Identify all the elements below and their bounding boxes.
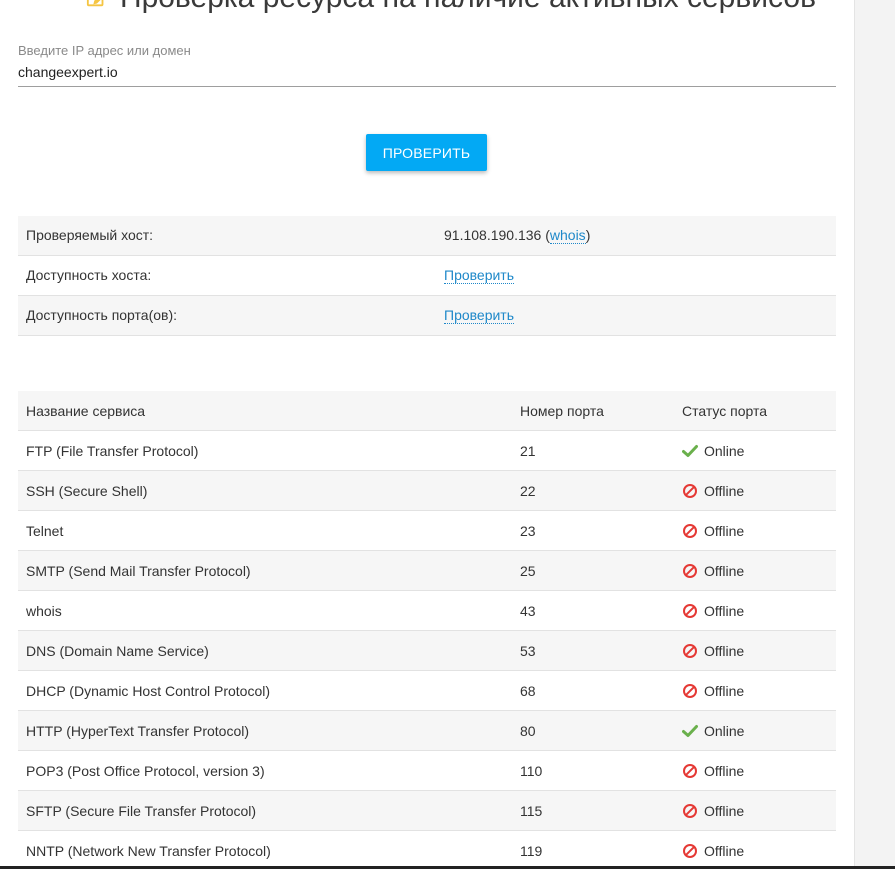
no-entry-icon [683, 483, 697, 498]
port-status-label: Online [704, 442, 745, 459]
port-status-label: Offline [704, 522, 745, 539]
host-input-label: Введите IP адрес или домен [18, 43, 191, 58]
service-name: DHCP (Dynamic Host Control Protocol) [18, 670, 512, 711]
ports-table-header-row: Название сервиса Номер порта Статус порт… [18, 391, 836, 431]
table-row: NNTP (Network New Transfer Protocol) 119 O… [18, 830, 836, 866]
port-status-label: Offline [704, 602, 745, 619]
table-row: POP3 (Post Office Protocol, version 3) 11… [18, 750, 836, 791]
host-ip: 91.108.190.136 [444, 227, 542, 243]
host-info-value: Проверить [444, 256, 515, 295]
port-status: Offline [674, 470, 836, 511]
service-name: POP3 (Post Office Protocol, version 3) [18, 750, 512, 791]
page-title: Проверка ресурса на наличие активных сер… [120, 0, 816, 15]
port-number: 23 [512, 510, 674, 551]
port-status-label: Offline [704, 682, 745, 699]
host-info-label: Проверяемый хост: [26, 227, 154, 243]
port-number: 53 [512, 630, 674, 671]
port-status: Online [674, 710, 836, 751]
port-status-label: Offline [704, 802, 745, 819]
port-status: Online [674, 430, 836, 471]
whois-link[interactable]: whois [549, 227, 586, 244]
port-status: Offline [674, 630, 836, 671]
host-info-value: 91.108.190.136 (whois) [444, 227, 591, 244]
checkmark-icon [682, 444, 698, 457]
port-status-label: Offline [704, 562, 745, 579]
port-status: Offline [674, 670, 836, 711]
port-status-label: Offline [704, 842, 745, 859]
checkmark-icon [682, 724, 698, 737]
host-info-row-ports: Доступность порта(ов): Проверить [18, 296, 836, 336]
page-title-bar: Проверка ресурса на наличие активных сер… [86, 0, 816, 18]
port-number: 43 [512, 590, 674, 631]
table-row: FTP (File Transfer Protocol) 21 Online [18, 430, 836, 471]
port-status: Offline [674, 550, 836, 591]
column-header-port: Номер порта [512, 391, 674, 431]
port-number: 21 [512, 430, 674, 471]
table-row: SSH (Secure Shell) 22 Offline [18, 470, 836, 511]
port-status-label: Offline [704, 642, 745, 659]
host-form: Введите IP адрес или домен [18, 42, 836, 87]
column-header-service: Название сервиса [18, 391, 512, 431]
ports-table-body: FTP (File Transfer Protocol) 21 Online SSH … [18, 430, 836, 866]
no-entry-icon [683, 763, 697, 778]
service-name: SFTP (Secure File Transfer Protocol) [18, 790, 512, 831]
table-row: whois 43 Offline [18, 590, 836, 631]
port-number: 68 [512, 670, 674, 711]
ports-table: Название сервиса Номер порта Статус порт… [18, 391, 836, 866]
note-pencil-icon [86, 0, 104, 7]
no-entry-icon [683, 683, 697, 698]
port-status: Offline [674, 830, 836, 866]
service-name: whois [18, 590, 512, 631]
check-button[interactable]: ПРОВЕРИТЬ [366, 134, 487, 171]
page: Проверка ресурса на наличие активных сер… [0, 0, 854, 866]
port-status: Offline [674, 750, 836, 791]
port-status-label: Online [704, 722, 745, 739]
table-row: HTTP (HyperText Transfer Protocol) 80 Onli… [18, 710, 836, 751]
port-number: 115 [512, 790, 674, 831]
no-entry-icon [683, 563, 697, 578]
host-info-table: Проверяемый хост: 91.108.190.136 (whois)… [18, 216, 836, 336]
port-status: Offline [674, 590, 836, 631]
service-name: Telnet [18, 510, 512, 551]
host-info-value: Проверить [444, 296, 515, 335]
host-info-label: Доступность порта(ов): [26, 307, 178, 323]
host-info-label: Доступность хоста: [26, 267, 152, 283]
host-input[interactable] [18, 60, 836, 87]
service-name: NNTP (Network New Transfer Protocol) [18, 830, 512, 866]
no-entry-icon [683, 843, 697, 858]
scrollbar-gutter[interactable] [854, 0, 895, 866]
table-row: SMTP (Send Mail Transfer Protocol) 25 Offl… [18, 550, 836, 591]
port-number: 110 [512, 750, 674, 791]
host-info-row-availability: Доступность хоста: Проверить [18, 256, 836, 296]
no-entry-icon [683, 803, 697, 818]
no-entry-icon [683, 603, 697, 618]
port-status-label: Offline [704, 482, 745, 499]
column-header-status: Статус порта [674, 391, 836, 431]
check-host-link[interactable]: Проверить [444, 267, 515, 284]
port-number: 25 [512, 550, 674, 591]
port-number: 119 [512, 830, 674, 866]
table-row: Telnet 23 Offline [18, 510, 836, 551]
table-row: SFTP (Secure File Transfer Protocol) 115 O… [18, 790, 836, 831]
port-number: 22 [512, 470, 674, 511]
port-number: 80 [512, 710, 674, 751]
service-name: HTTP (HyperText Transfer Protocol) [18, 710, 512, 751]
service-name: FTP (File Transfer Protocol) [18, 430, 512, 471]
table-row: DHCP (Dynamic Host Control Protocol) 68 Of… [18, 670, 836, 711]
service-name: SSH (Secure Shell) [18, 470, 512, 511]
no-entry-icon [683, 643, 697, 658]
port-status: Offline [674, 790, 836, 831]
service-name: SMTP (Send Mail Transfer Protocol) [18, 550, 512, 591]
table-row: DNS (Domain Name Service) 53 Offline [18, 630, 836, 671]
host-info-row-host: Проверяемый хост: 91.108.190.136 (whois) [18, 216, 836, 256]
service-name: DNS (Domain Name Service) [18, 630, 512, 671]
port-status: Offline [674, 510, 836, 551]
port-status-label: Offline [704, 762, 745, 779]
no-entry-icon [683, 523, 697, 538]
check-ports-link[interactable]: Проверить [444, 307, 515, 324]
